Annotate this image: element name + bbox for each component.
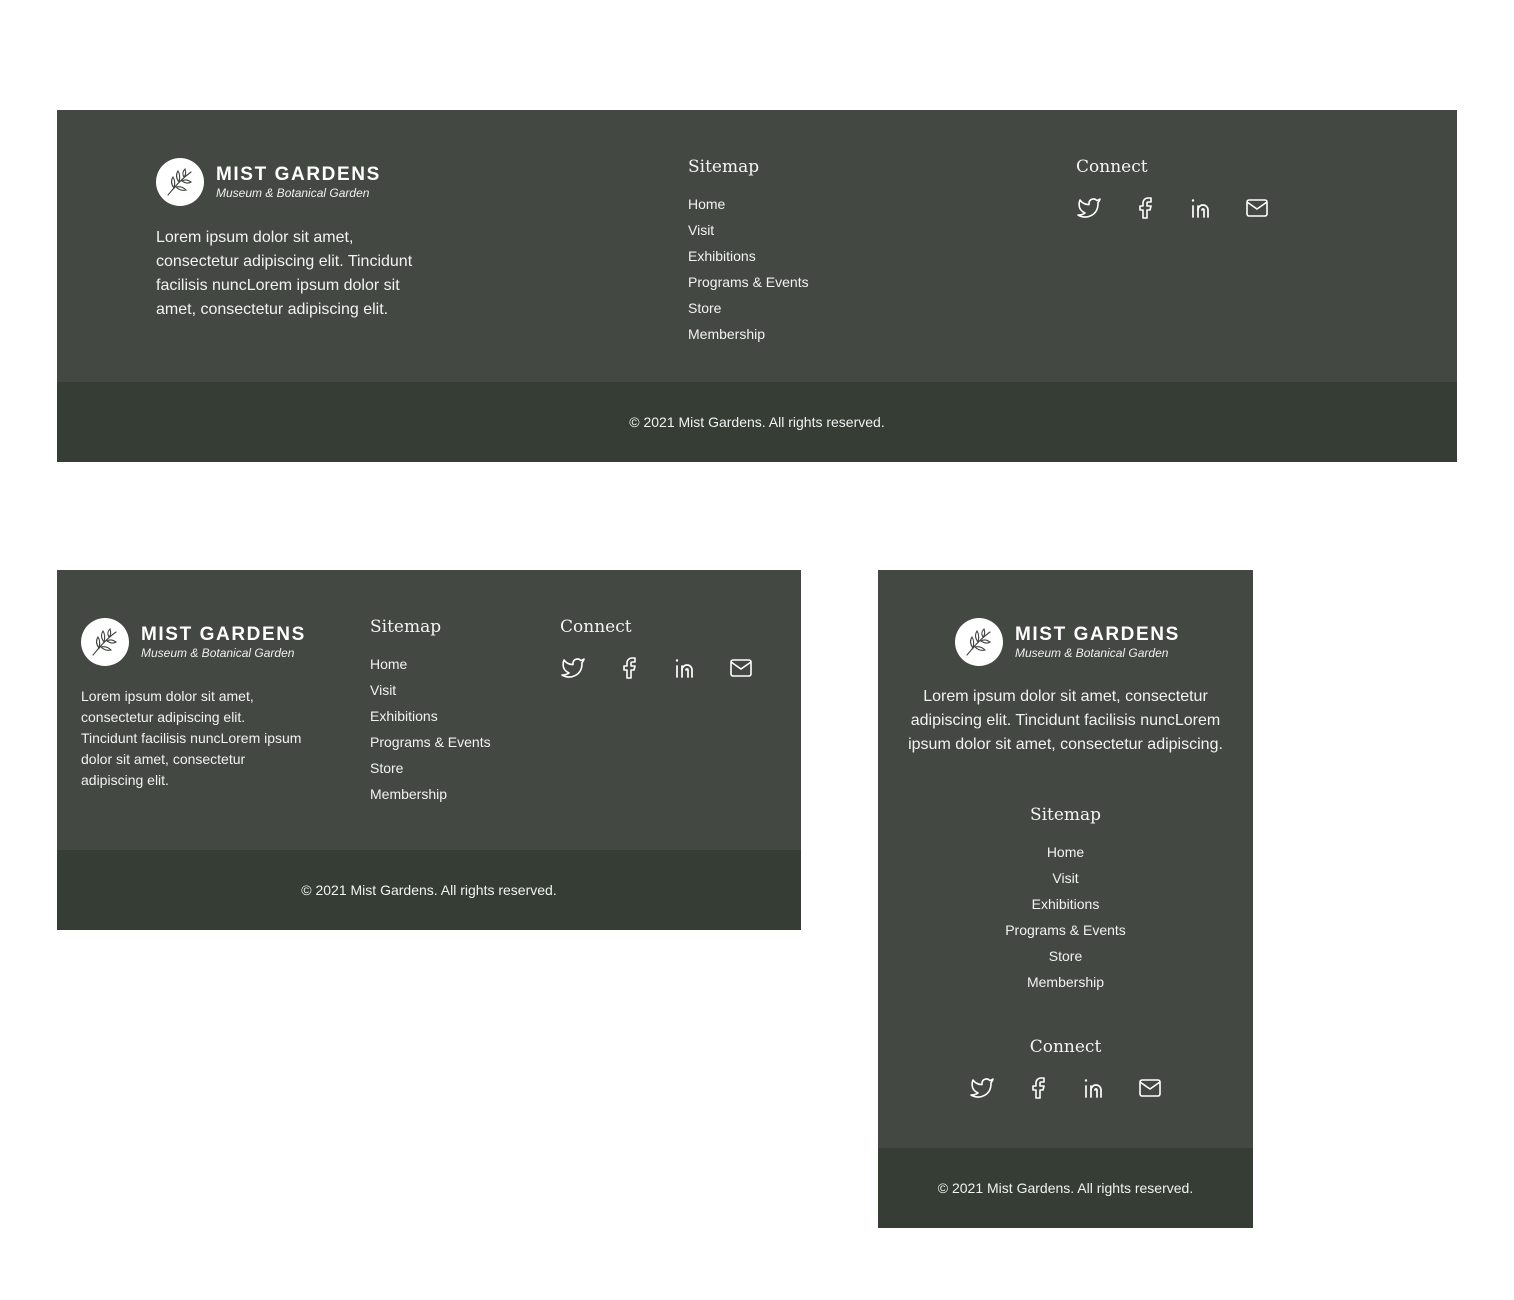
sitemap-title: Sitemap xyxy=(688,157,760,177)
sitemap-link-exhibitions[interactable]: Exhibitions xyxy=(878,894,1253,920)
brand-logo[interactable]: MIST GARDENS Museum & Botanical Garden xyxy=(955,618,1180,666)
brand-name: MIST GARDENS xyxy=(216,164,381,185)
brand-logo[interactable]: MIST GARDENS Museum & Botanical Garden xyxy=(156,158,381,206)
footer-description: Lorem ipsum dolor sit amet, consectetur … xyxy=(156,229,413,318)
copyright-text: © 2021 Mist Gardens. All rights reserved… xyxy=(937,1180,1194,1196)
sitemap-list: Home Visit Exhibitions Programs & Events… xyxy=(878,842,1253,998)
brand-tagline: Museum & Botanical Garden xyxy=(216,186,370,200)
sitemap-link-membership[interactable]: Membership xyxy=(370,784,491,810)
sitemap-link-home[interactable]: Home xyxy=(370,654,491,680)
connect-title: Connect xyxy=(560,617,632,637)
connect-title: Connect xyxy=(1029,1037,1102,1057)
copyright-text: © 2021 Mist Gardens. All rights reserved… xyxy=(629,414,885,430)
sitemap-list: Home Visit Exhibitions Programs & Events… xyxy=(370,654,491,810)
footer-description: Lorem ipsum dolor sit amet, consectetur … xyxy=(908,688,1223,753)
facebook-icon[interactable] xyxy=(1025,1075,1051,1101)
leaf-logo-icon xyxy=(156,158,204,206)
sitemap-link-programs-events[interactable]: Programs & Events xyxy=(688,272,809,298)
footer-mobile: MIST GARDENS Museum & Botanical Garden L… xyxy=(878,570,1253,1228)
brand-name: MIST GARDENS xyxy=(1015,624,1180,645)
footer-description: Lorem ipsum dolor sit amet, consectetur … xyxy=(81,688,302,788)
twitter-icon[interactable] xyxy=(969,1075,995,1101)
sitemap-link-membership[interactable]: Membership xyxy=(878,972,1253,998)
social-links xyxy=(560,655,754,681)
social-links xyxy=(969,1075,1163,1101)
twitter-icon[interactable] xyxy=(560,655,586,681)
mail-icon[interactable] xyxy=(1244,195,1270,221)
linkedin-icon[interactable] xyxy=(1081,1075,1107,1101)
brand-tagline: Museum & Botanical Garden xyxy=(141,646,295,660)
sitemap-link-visit[interactable]: Visit xyxy=(688,220,809,246)
facebook-icon[interactable] xyxy=(1132,195,1158,221)
footer-tablet: MIST GARDENS Museum & Botanical Garden L… xyxy=(57,570,801,930)
sitemap-link-home[interactable]: Home xyxy=(878,842,1253,868)
sitemap-link-exhibitions[interactable]: Exhibitions xyxy=(688,246,809,272)
mail-icon[interactable] xyxy=(728,655,754,681)
footer-bottom-bar: © 2021 Mist Gardens. All rights reserved… xyxy=(57,850,801,930)
brand-name: MIST GARDENS xyxy=(141,624,306,645)
sitemap-link-store[interactable]: Store xyxy=(878,946,1253,972)
social-links xyxy=(1076,195,1270,221)
connect-title: Connect xyxy=(1076,157,1148,177)
footer-bottom-bar: © 2021 Mist Gardens. All rights reserved… xyxy=(57,382,1457,462)
linkedin-icon[interactable] xyxy=(672,655,698,681)
sitemap-link-store[interactable]: Store xyxy=(370,758,491,784)
sitemap-link-programs-events[interactable]: Programs & Events xyxy=(878,920,1253,946)
sitemap-link-home[interactable]: Home xyxy=(688,194,809,220)
sitemap-link-exhibitions[interactable]: Exhibitions xyxy=(370,706,491,732)
sitemap-title: Sitemap xyxy=(370,617,442,637)
brand-tagline: Museum & Botanical Garden xyxy=(1015,646,1169,660)
sitemap-title: Sitemap xyxy=(1029,805,1102,825)
brand-logo[interactable]: MIST GARDENS Museum & Botanical Garden xyxy=(81,618,306,666)
leaf-logo-icon xyxy=(955,618,1003,666)
twitter-icon[interactable] xyxy=(1076,195,1102,221)
facebook-icon[interactable] xyxy=(616,655,642,681)
mail-icon[interactable] xyxy=(1137,1075,1163,1101)
sitemap-link-programs-events[interactable]: Programs & Events xyxy=(370,732,491,758)
copyright-text: © 2021 Mist Gardens. All rights reserved… xyxy=(301,882,557,898)
linkedin-icon[interactable] xyxy=(1188,195,1214,221)
footer-bottom-bar: © 2021 Mist Gardens. All rights reserved… xyxy=(878,1148,1253,1228)
footer-desktop: MIST GARDENS Museum & Botanical Garden L… xyxy=(57,110,1457,462)
sitemap-link-visit[interactable]: Visit xyxy=(370,680,491,706)
sitemap-link-store[interactable]: Store xyxy=(688,298,809,324)
sitemap-link-visit[interactable]: Visit xyxy=(878,868,1253,894)
sitemap-link-membership[interactable]: Membership xyxy=(688,324,809,350)
sitemap-list: Home Visit Exhibitions Programs & Events… xyxy=(688,194,809,350)
leaf-logo-icon xyxy=(81,618,129,666)
